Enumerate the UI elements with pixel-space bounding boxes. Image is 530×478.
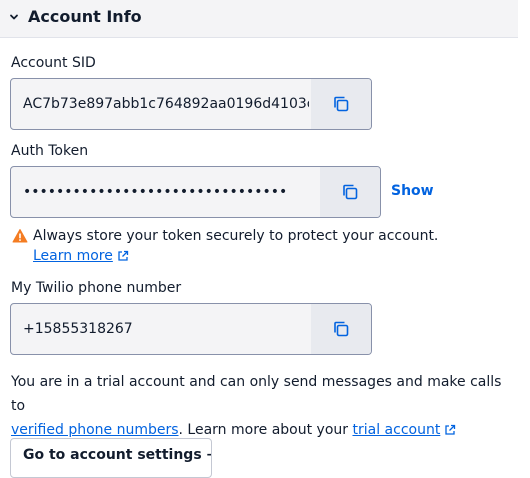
trial-account-link[interactable]: trial account <box>352 422 440 438</box>
copy-account-sid-button[interactable] <box>311 79 371 129</box>
phone-label: My Twilio phone number <box>11 280 182 296</box>
verified-numbers-link[interactable]: verified phone numbers <box>11 422 179 438</box>
auth-token-value: •••••••••••••••••••••••••••••••• <box>23 184 288 200</box>
copy-icon <box>343 184 358 200</box>
learn-more-link[interactable]: Learn more <box>33 248 129 264</box>
copy-icon <box>334 96 349 112</box>
account-settings-label: Go to account settings → <box>23 447 212 463</box>
show-token-button[interactable]: Show <box>391 183 434 199</box>
copy-phone-number-button[interactable] <box>311 304 371 354</box>
account-sid-field[interactable]: AC7b73e897abb1c764892aa0196d4103ce <box>10 78 372 130</box>
learn-more-label[interactable]: Learn more <box>33 248 113 264</box>
auth-token-field[interactable]: •••••••••••••••••••••••••••••••• <box>10 166 381 218</box>
section-header[interactable]: Account Info <box>0 0 518 38</box>
external-link-icon <box>118 250 128 261</box>
account-sid-value: AC7b73e897abb1c764892aa0196d4103ce <box>23 96 309 112</box>
phone-number-value: +15855318267 <box>23 321 133 337</box>
copy-icon <box>334 321 349 337</box>
warning-text: Always store your token securely to prot… <box>33 228 439 244</box>
section-title: Account Info <box>28 7 142 26</box>
account-sid-label: Account SID <box>11 55 96 71</box>
external-link-icon <box>445 424 456 435</box>
trial-text-2: . Learn more about your <box>178 422 353 438</box>
warning-icon <box>12 229 28 243</box>
trial-notice: You are in a trial account and can only … <box>11 370 516 442</box>
phone-number-field[interactable]: +15855318267 <box>10 303 372 355</box>
trial-text-1: You are in a trial account and can only … <box>11 374 502 414</box>
chevron-down-icon <box>10 14 18 20</box>
copy-auth-token-button[interactable] <box>320 167 380 217</box>
account-settings-button[interactable]: Go to account settings → <box>10 438 212 478</box>
auth-token-label: Auth Token <box>11 143 89 159</box>
